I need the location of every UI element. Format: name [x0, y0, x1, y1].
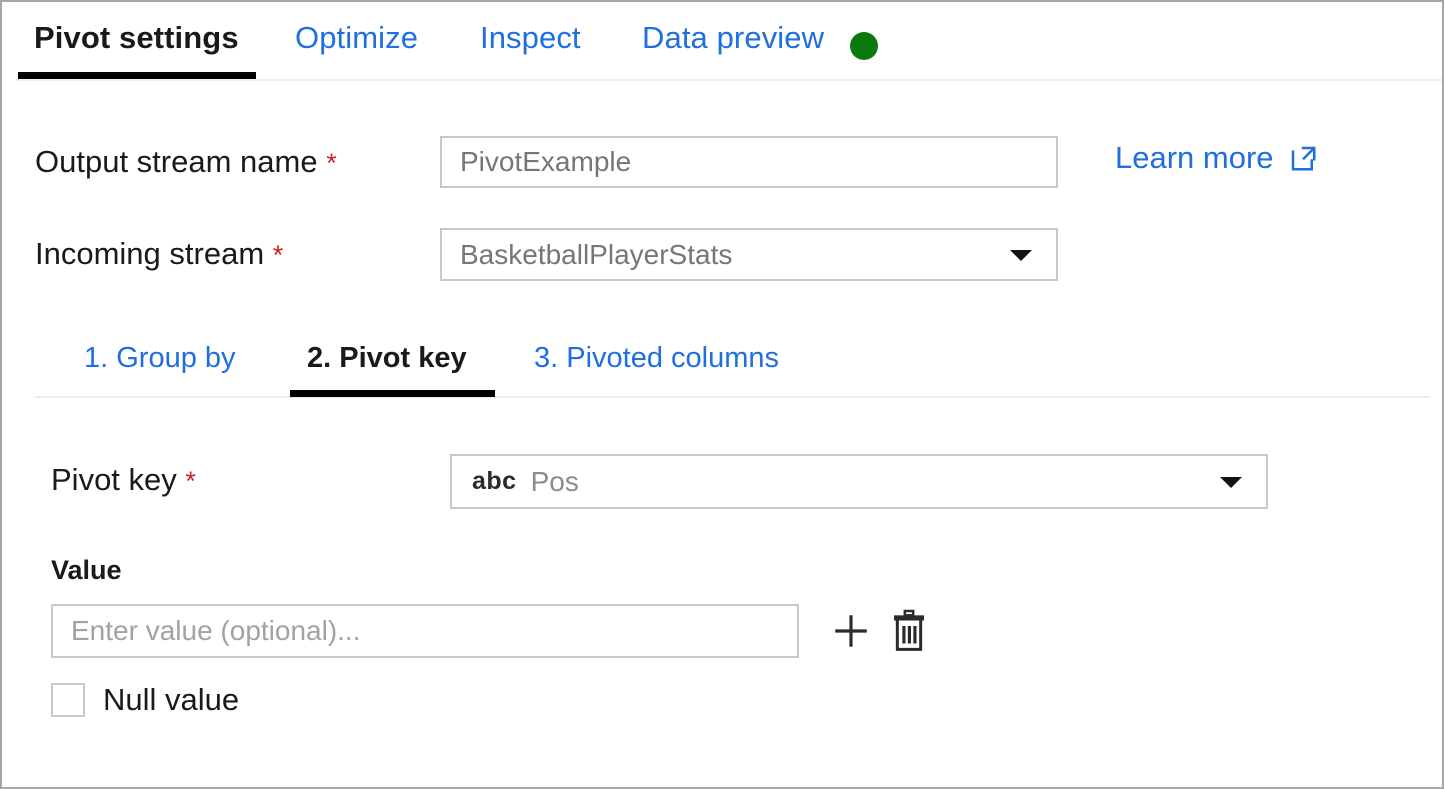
required-asterisk: *: [272, 240, 284, 270]
external-link-icon: [1291, 146, 1316, 171]
output-stream-name-label-text: Output stream name: [35, 144, 318, 179]
value-input-placeholder: Enter value (optional)...: [71, 615, 361, 646]
output-stream-name-input[interactable]: PivotExample: [440, 136, 1058, 188]
value-section-heading: Value: [51, 555, 122, 585]
learn-more-link[interactable]: Learn more: [1115, 136, 1318, 180]
tab-pivot-settings[interactable]: Pivot settings: [34, 16, 239, 60]
chevron-down-icon: [1010, 249, 1032, 261]
column-type-badge: abc: [472, 467, 517, 495]
trash-icon: [894, 609, 924, 651]
incoming-stream-row: Incoming stream * BasketballPlayerStats: [2, 228, 1442, 281]
tab-inspect[interactable]: Inspect: [480, 16, 581, 60]
subtab-pivot-key[interactable]: 2. Pivot key: [307, 336, 467, 380]
active-subtab-indicator: [290, 390, 495, 397]
output-stream-name-label: Output stream name *: [35, 136, 337, 189]
chevron-down-icon: [1220, 476, 1242, 488]
learn-more-label: Learn more: [1115, 140, 1274, 175]
null-value-label: Null value: [103, 682, 240, 717]
incoming-stream-dropdown[interactable]: BasketballPlayerStats: [440, 228, 1058, 281]
pivot-key-dropdown[interactable]: abc Pos: [450, 454, 1268, 509]
null-value-checkbox-row[interactable]: Null value: [51, 680, 239, 720]
pivot-key-value: Pos: [530, 465, 579, 497]
incoming-stream-value: BasketballPlayerStats: [460, 238, 733, 270]
plus-icon: [835, 615, 867, 647]
subtab-group-by[interactable]: 1. Group by: [84, 336, 236, 380]
delete-value-button[interactable]: [886, 606, 932, 656]
output-stream-name-value: PivotExample: [460, 146, 632, 177]
pivot-key-label: Pivot key *: [51, 454, 196, 507]
tab-optimize[interactable]: Optimize: [295, 16, 418, 60]
active-tab-indicator: [18, 72, 256, 79]
required-asterisk: *: [185, 466, 196, 496]
incoming-stream-label: Incoming stream *: [35, 228, 283, 281]
null-value-checkbox[interactable]: [51, 683, 85, 717]
main-tab-strip: Pivot settings Optimize Inspect Data pre…: [2, 2, 1442, 82]
value-input[interactable]: Enter value (optional)...: [51, 604, 799, 658]
subtab-pivoted-columns[interactable]: 3. Pivoted columns: [534, 336, 779, 380]
required-asterisk: *: [326, 148, 337, 178]
add-value-button[interactable]: [828, 608, 874, 654]
data-preview-status-dot: [850, 32, 878, 60]
pivot-settings-panel: Pivot settings Optimize Inspect Data pre…: [0, 0, 1444, 789]
subtab-divider: [35, 396, 1430, 398]
incoming-stream-label-text: Incoming stream: [35, 236, 265, 271]
pivot-key-row: Pivot key * abc Pos: [2, 454, 1442, 509]
pivot-key-label-text: Pivot key: [51, 462, 177, 497]
tab-strip-divider: [16, 79, 1442, 81]
tab-data-preview[interactable]: Data preview: [642, 16, 824, 60]
